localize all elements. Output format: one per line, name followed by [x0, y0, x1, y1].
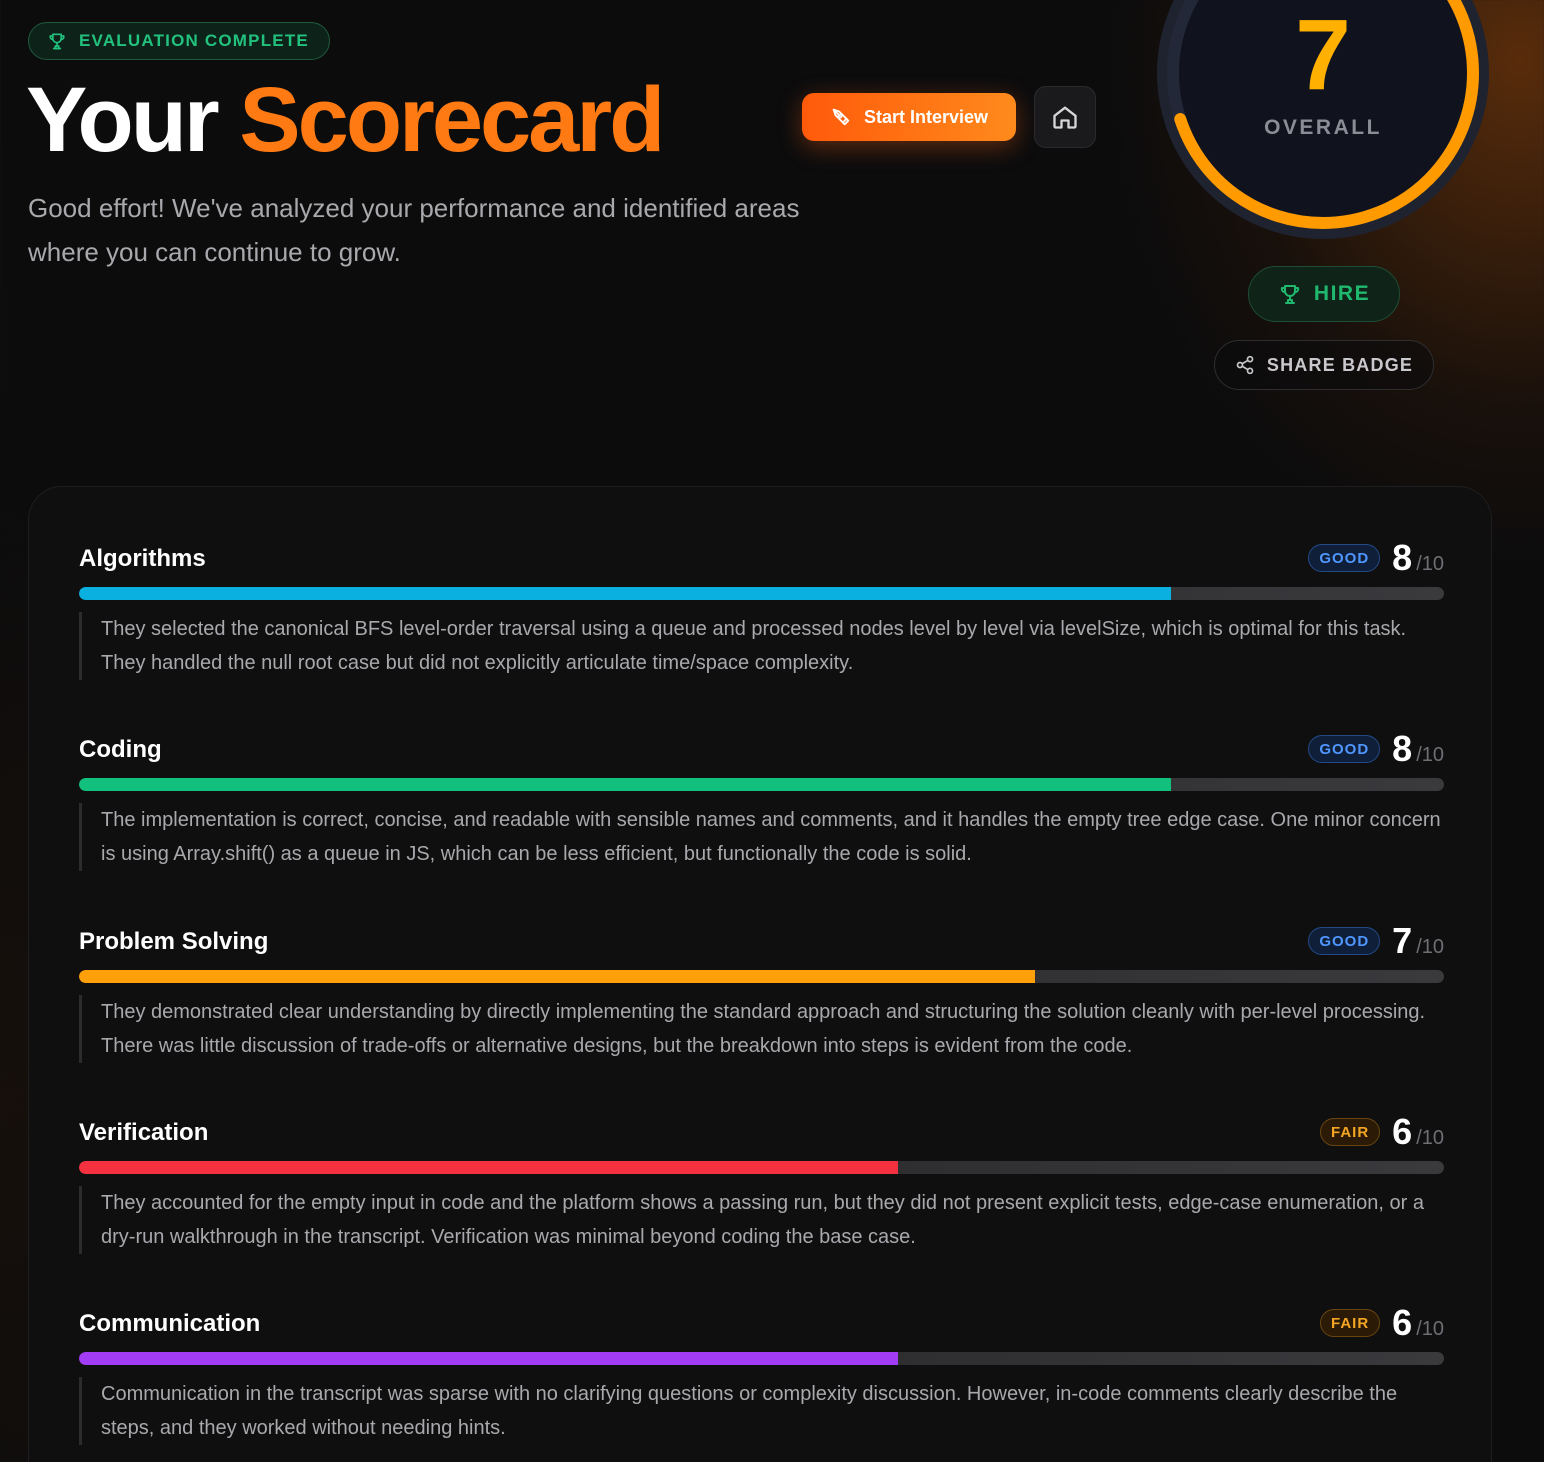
overall-score-gauge: 7 OVERALL [1155, 0, 1491, 241]
metric-score-group: GOOD 8 /10 [1308, 538, 1444, 578]
evaluation-status-badge: EVALUATION COMPLETE [28, 22, 330, 60]
start-interview-label: Start Interview [863, 106, 989, 127]
metric-name: Problem Solving [79, 928, 269, 955]
metric-score: 8 [1392, 537, 1413, 578]
share-badge-label: SHARE BADGE [1266, 354, 1414, 375]
trophy-icon [1280, 285, 1300, 304]
metric-description: They demonstrated clear understanding by… [79, 995, 1444, 1063]
progress-bar-fill [79, 970, 1035, 983]
progress-bar [79, 1352, 1444, 1365]
metric-description: They accounted for the empty input in co… [79, 1186, 1444, 1254]
metric-description: Communication in the transcript was spar… [79, 1377, 1444, 1445]
metric-name: Coding [79, 736, 162, 763]
metric-score-group: FAIR 6 /10 [1319, 1111, 1444, 1152]
metric-description: The implementation is correct, concise, … [79, 803, 1444, 871]
metric-score: 6 [1392, 1111, 1413, 1152]
metric-score-max: /10 [1416, 1318, 1444, 1340]
metric-score-group: FAIR 6 /10 [1319, 1302, 1444, 1343]
metric-score: 7 [1392, 920, 1413, 961]
progress-bar [79, 778, 1444, 791]
evaluation-status-label: EVALUATION COMPLETE [79, 31, 309, 50]
rating-badge: FAIR [1319, 1118, 1381, 1146]
page-title: Your Scorecard [26, 69, 665, 171]
rating-badge: FAIR [1319, 1309, 1381, 1337]
hire-verdict-badge: HIRE [1248, 266, 1400, 322]
rating-badge: GOOD [1308, 544, 1381, 572]
metric-score: 6 [1392, 1302, 1413, 1343]
metric-score-max: /10 [1416, 553, 1444, 575]
progress-bar-fill [79, 778, 1171, 791]
title-scorecard: Scorecard [239, 69, 665, 171]
share-badge-button[interactable]: SHARE BADGE [1214, 340, 1434, 390]
trophy-icon [49, 33, 65, 50]
progress-bar-fill [79, 1161, 898, 1174]
progress-bar [79, 970, 1444, 983]
start-interview-button[interactable]: Start Interview [802, 93, 1016, 141]
title-your: Your [26, 69, 220, 171]
home-button[interactable] [1034, 86, 1096, 148]
metric-score-max: /10 [1416, 744, 1444, 766]
scorecard-panel: Algorithms GOOD 8 /10 They selected the … [28, 486, 1492, 1462]
metric-score-group: GOOD 7 /10 [1308, 921, 1444, 961]
metric-description: They selected the canonical BFS level-or… [79, 612, 1444, 680]
metric-score-max: /10 [1416, 936, 1444, 958]
metric-name: Communication [79, 1310, 261, 1337]
progress-bar-fill [79, 587, 1171, 600]
metric-score: 8 [1392, 728, 1413, 769]
share-icon [1236, 355, 1254, 375]
overall-score-value: 7 [1295, 0, 1351, 111]
metric-score-max: /10 [1416, 1127, 1444, 1149]
home-icon [1053, 106, 1077, 129]
metric-name: Algorithms [79, 545, 206, 572]
overall-score-label: OVERALL [1264, 116, 1382, 139]
progress-bar [79, 587, 1444, 600]
rating-badge: GOOD [1308, 927, 1381, 955]
progress-bar-fill [79, 1352, 898, 1365]
rating-badge: GOOD [1308, 735, 1381, 763]
page-subtitle: Good effort! We've analyzed your perform… [28, 193, 800, 267]
hire-verdict-label: HIRE [1313, 282, 1371, 305]
pen-tool-icon [832, 108, 850, 126]
progress-bar [79, 1161, 1444, 1174]
metric-score-group: GOOD 8 /10 [1308, 729, 1444, 769]
metric-name: Verification [79, 1119, 209, 1146]
